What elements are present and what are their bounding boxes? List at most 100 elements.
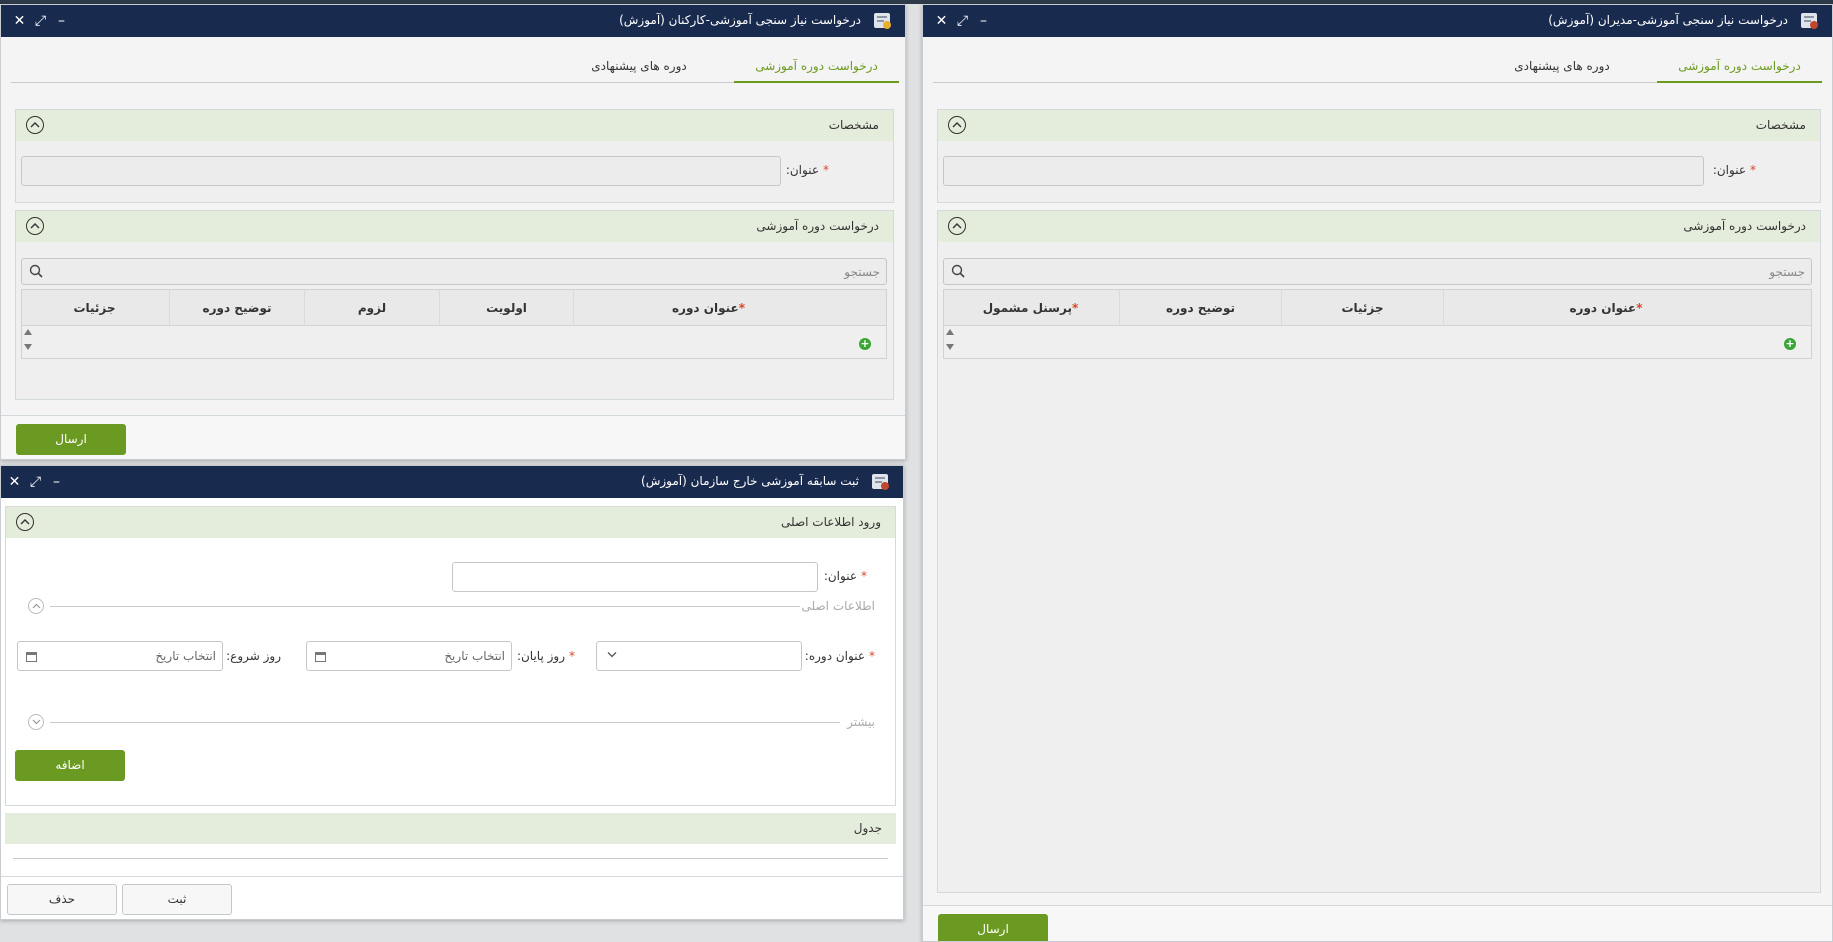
window-training-history: ✕ ⤢ – ثبت سابقه آموزشی خارج سازمان (آموز… (0, 465, 904, 920)
panel-title: مشخصات (1755, 118, 1806, 132)
required-marker: * (1750, 163, 1756, 177)
course-grid: *عنوان دوره اولویت لزوم توضیح دوره جزئیا… (21, 289, 887, 359)
grid-header: *عنوان دوره جزئیات توضیح دوره *پرسنل مشم… (944, 290, 1811, 326)
chevron-down-icon (607, 652, 617, 658)
app-icon (1801, 13, 1818, 29)
column-personnel[interactable]: *پرسنل مشمول (942, 290, 1119, 326)
search-icon (29, 264, 43, 278)
required-marker: * (569, 649, 575, 663)
panel-title: مشخصات (828, 118, 879, 132)
course-request-panel: درخواست دوره آموزشی جستجو *عنوان دوره او… (15, 210, 894, 400)
grid-header: *عنوان دوره اولویت لزوم توضیح دوره جزئیا… (22, 290, 886, 326)
course-request-panel: درخواست دوره آموزشی جستجو *عنوان دوره جز… (937, 210, 1821, 893)
section-divider (50, 606, 800, 607)
column-details[interactable]: جزئیات (1281, 290, 1443, 326)
app-icon (872, 474, 889, 490)
column-necessity[interactable]: لزوم (304, 290, 439, 326)
tab-course-request[interactable]: درخواست دوره آموزشی (734, 49, 899, 83)
search-placeholder: جستجو (844, 265, 880, 279)
panel-header: درخواست دوره آموزشی (938, 211, 1820, 242)
table-panel: جدول (5, 813, 896, 863)
save-button[interactable]: ثبت (122, 884, 232, 915)
calendar-icon (26, 652, 37, 662)
window-footer: ارسال (923, 905, 1832, 941)
collapse-up-icon[interactable] (26, 217, 44, 235)
date-placeholder: انتخاب تاریخ (444, 649, 505, 663)
collapse-up-icon[interactable] (26, 116, 44, 134)
tab-course-request[interactable]: درخواست دوره آموزشی (1657, 49, 1822, 83)
column-course-description[interactable]: توضیح دوره (169, 290, 304, 326)
collapse-up-icon[interactable] (16, 513, 34, 531)
plus-icon[interactable]: + (1784, 338, 1796, 350)
close-icon[interactable]: ✕ (931, 11, 952, 31)
close-icon[interactable]: ✕ (4, 472, 25, 492)
panel-header: درخواست دوره آموزشی (16, 211, 893, 242)
maximize-icon[interactable]: ⤢ (952, 11, 973, 31)
main-info-panel: ورود اطلاعات اصلی *عنوان: اطلاعات اصلی *… (5, 506, 896, 806)
minimize-icon[interactable]: – (973, 11, 994, 31)
table-divider (13, 858, 888, 859)
panel-header: مشخصات (16, 110, 893, 141)
title-input[interactable] (21, 156, 781, 186)
sort-arrows[interactable] (24, 329, 34, 359)
close-icon[interactable]: ✕ (9, 11, 30, 31)
maximize-icon[interactable]: ⤢ (30, 11, 51, 31)
section-divider (50, 722, 840, 723)
title-field-label: *عنوان: (785, 163, 829, 177)
chevron-down-icon[interactable] (28, 714, 44, 730)
required-marker: * (823, 163, 829, 177)
sort-arrows[interactable] (946, 329, 956, 359)
start-date-input[interactable]: انتخاب تاریخ (17, 641, 223, 671)
panel-header: جدول (5, 813, 896, 844)
search-icon (951, 264, 965, 278)
end-day-label: *روز پایان: (516, 649, 575, 663)
window-title: درخواست نیاز سنجی آموزشی-کارکنان (آموزش) (619, 13, 861, 27)
spec-panel: مشخصات *عنوان: (15, 109, 894, 203)
title-input[interactable] (943, 156, 1704, 186)
column-details[interactable]: جزئیات (20, 290, 169, 326)
tab-suggested-courses[interactable]: دوره های پیشنهادی (1492, 49, 1632, 83)
minimize-icon[interactable]: – (51, 11, 72, 31)
column-course-title[interactable]: *عنوان دوره (1443, 290, 1768, 326)
section-basic-label: اطلاعات اصلی (801, 599, 875, 613)
search-input[interactable]: جستجو (21, 258, 887, 285)
collapse-up-icon[interactable] (948, 116, 966, 134)
column-priority[interactable]: اولویت (439, 290, 573, 326)
section-more-label: بیشتر (847, 715, 875, 729)
add-button[interactable]: اضافه (15, 750, 125, 781)
titlebar: ✕ ⤢ – درخواست نیاز سنجی آموزشی-مدیران (آ… (923, 5, 1832, 37)
plus-icon[interactable]: + (859, 338, 871, 350)
end-date-input[interactable]: انتخاب تاریخ (306, 641, 512, 671)
panel-title: جدول (853, 821, 882, 835)
tab-bar: درخواست دوره آموزشی دوره های پیشنهادی (933, 49, 1822, 83)
course-title-select[interactable] (596, 641, 802, 671)
panel-header: ورود اطلاعات اصلی (6, 507, 895, 538)
send-button[interactable]: ارسال (938, 914, 1048, 941)
date-placeholder: انتخاب تاریخ (155, 649, 216, 663)
title-field-label: *عنوان: (1712, 163, 1756, 177)
spec-panel: مشخصات *عنوان: (937, 109, 1821, 203)
title-field-label: *عنوان: (823, 569, 867, 583)
minimize-icon[interactable]: – (46, 472, 67, 492)
tab-suggested-courses[interactable]: دوره های پیشنهادی (569, 49, 709, 83)
panel-header: مشخصات (938, 110, 1820, 141)
maximize-icon[interactable]: ⤢ (25, 472, 46, 492)
panel-title: درخواست دوره آموزشی (756, 219, 879, 233)
required-marker: * (869, 649, 875, 663)
calendar-icon (315, 652, 326, 662)
search-input[interactable]: جستجو (943, 258, 1812, 285)
window-title: درخواست نیاز سنجی آموزشی-مدیران (آموزش) (1548, 13, 1788, 27)
delete-button[interactable]: حذف (7, 884, 117, 915)
titlebar: ✕ ⤢ – درخواست نیاز سنجی آموزشی-کارکنان (… (1, 5, 905, 37)
column-course-title[interactable]: *عنوان دوره (573, 290, 843, 326)
collapse-up-icon[interactable] (948, 217, 966, 235)
column-course-description[interactable]: توضیح دوره (1119, 290, 1281, 326)
search-placeholder: جستجو (1769, 265, 1805, 279)
course-grid: *عنوان دوره جزئیات توضیح دوره *پرسنل مشم… (943, 289, 1812, 359)
window-staff-needs: ✕ ⤢ – درخواست نیاز سنجی آموزشی-کارکنان (… (0, 4, 906, 460)
window-title: ثبت سابقه آموزشی خارج سازمان (آموزش) (641, 474, 859, 488)
send-button[interactable]: ارسال (16, 424, 126, 455)
start-day-label: روز شروع: (226, 649, 281, 663)
title-input[interactable] (452, 562, 818, 592)
collapse-up-icon[interactable] (28, 598, 44, 614)
